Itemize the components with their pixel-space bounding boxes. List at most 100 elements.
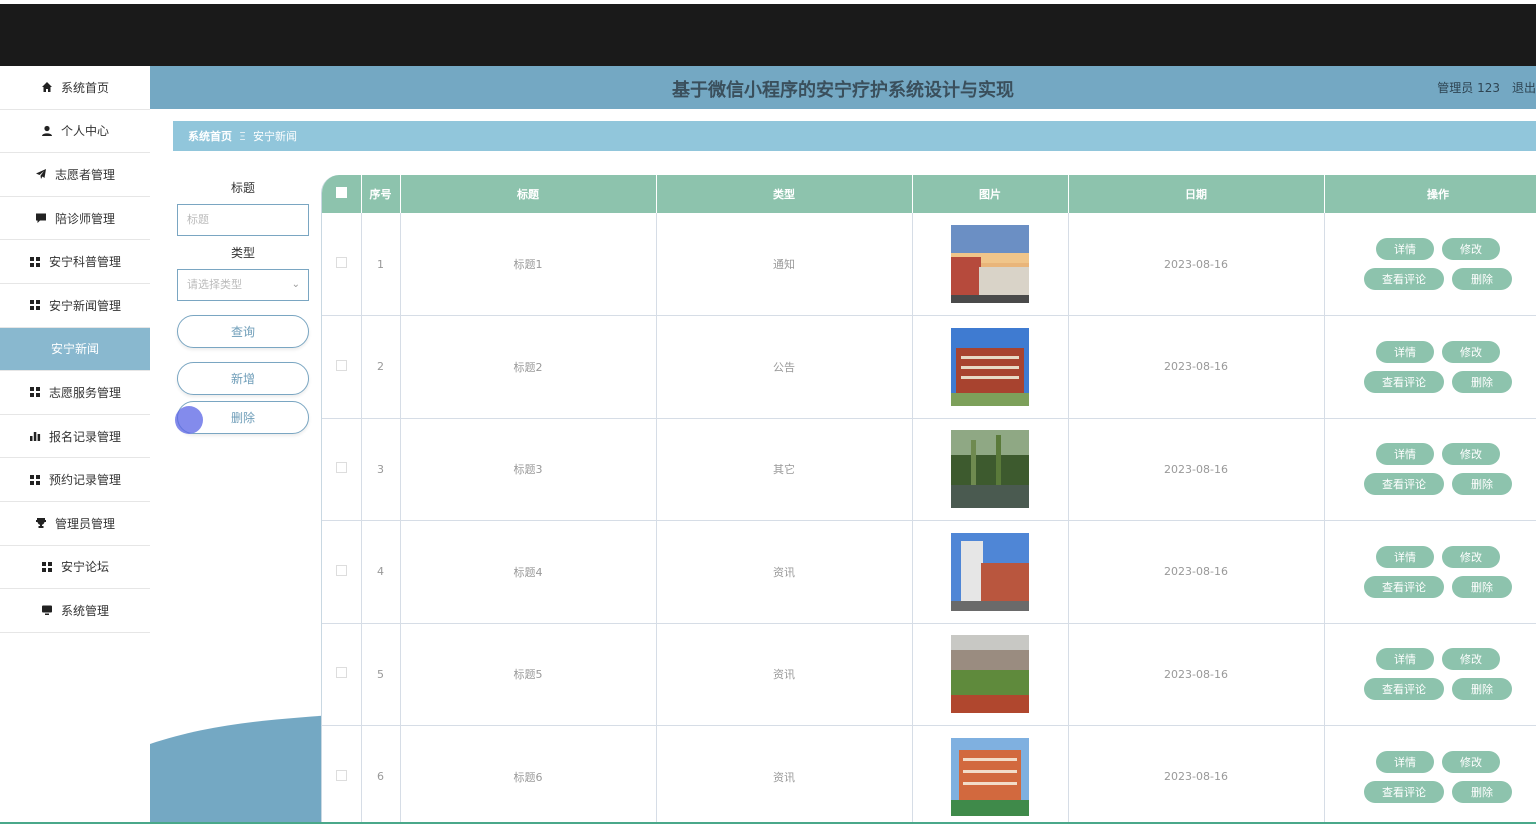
breadcrumb-home[interactable]: 系统首页 [188,128,232,144]
query-button[interactable]: 查询 [177,315,309,348]
view-comments-button[interactable]: 查看评论 [1364,575,1444,598]
sidebar-item-news[interactable]: 安宁新闻 [0,327,150,372]
news-thumbnail-image[interactable] [951,635,1029,714]
row-title: 标题5 [400,623,657,726]
sidebar-item-profile[interactable]: 个人中心 [0,110,150,154]
sidebar-item-science[interactable]: 安宁科普管理 [0,240,150,284]
row-checkbox[interactable] [322,623,362,726]
detail-button[interactable]: 详情 [1376,443,1434,466]
table-row: 2 标题2 公告 2023-08-16 详情 修改 查看评论 删除 [322,315,1536,419]
detail-button[interactable]: 详情 [1376,545,1434,568]
view-comments-button[interactable]: 查看评论 [1364,268,1444,290]
row-type: 通知 [656,213,913,316]
news-thumbnail-image[interactable] [951,327,1029,406]
row-date: 2023-08-16 [1068,315,1325,419]
edit-button[interactable]: 修改 [1442,545,1500,568]
top-black-bar [0,0,1536,66]
row-type: 资讯 [656,520,913,624]
col-index: 序号 [361,175,401,213]
sidebar-item-label: 志愿者管理 [54,167,115,182]
type-select[interactable]: 请选择类型 ⌄ [177,269,309,301]
news-thumbnail-image[interactable] [951,532,1029,611]
row-checkbox[interactable] [322,418,362,521]
sidebar-item-signup[interactable]: 报名记录管理 [0,415,150,459]
edit-button[interactable]: 修改 [1442,648,1500,671]
view-comments-button[interactable]: 查看评论 [1364,678,1444,701]
view-comments-button[interactable]: 查看评论 [1364,370,1444,393]
row-image-cell [912,520,1069,624]
view-comments-button[interactable]: 查看评论 [1364,473,1444,496]
row-checkbox[interactable] [322,213,362,316]
table-row: 4 标题4 资讯 2023-08-16 详情 修改 查看评论 删除 [322,520,1536,624]
row-date: 2023-08-16 [1068,520,1325,624]
decorative-wave [150,714,350,824]
row-checkbox[interactable] [322,520,362,624]
delete-row-button[interactable]: 删除 [1452,370,1512,393]
delete-row-button[interactable]: 删除 [1452,575,1512,598]
detail-button[interactable]: 详情 [1376,648,1434,671]
edit-button[interactable]: 修改 [1442,340,1500,363]
row-actions: 详情 修改 查看评论 删除 [1324,520,1536,624]
col-image: 图片 [912,175,1069,213]
row-index: 2 [361,315,401,419]
main-content: 系统首页 Ξ 安宁新闻 标题 标题 类型 请选择类型 ⌄ 查询 新增 删除 序号… [150,109,1536,824]
detail-button[interactable]: 详情 [1376,238,1434,260]
sidebar-item-booking[interactable]: 预约记录管理 [0,458,150,502]
row-title: 标题1 [400,213,657,316]
type-select-placeholder: 请选择类型 [187,278,242,291]
detail-button[interactable]: 详情 [1376,750,1434,773]
sidebar-item-escorts[interactable]: 陪诊师管理 [0,197,150,241]
edit-button[interactable]: 修改 [1442,750,1500,773]
sidebar-item-label: 报名记录管理 [48,429,121,444]
sidebar-item-volunteers[interactable]: 志愿者管理 [0,153,150,197]
logout-link[interactable]: 退出 [1512,79,1536,96]
sidebar: 系统首页 个人中心 志愿者管理 陪诊师管理 安宁科普管理 安宁新闻管理 安宁新闻… [0,66,150,824]
sidebar-item-forum[interactable]: 安宁论坛 [0,546,150,590]
bar-chart-icon [29,432,41,442]
table-row: 1 标题1 通知 2023-08-16 详情 修改 查看评论 删除 [322,213,1536,316]
breadcrumb-current: 安宁新闻 [252,130,297,143]
grid-icon [29,387,40,398]
sidebar-item-label: 个人中心 [60,124,109,139]
row-image-cell [912,315,1069,419]
row-title: 标题3 [400,418,657,521]
sidebar-item-label: 陪诊师管理 [54,211,115,226]
sidebar-item-news-manage[interactable]: 安宁新闻管理 [0,284,150,328]
delete-row-button[interactable]: 删除 [1452,780,1512,803]
delete-row-button[interactable]: 删除 [1452,268,1512,290]
sidebar-item-home[interactable]: 系统首页 [0,66,150,110]
select-all-checkbox[interactable] [322,175,362,213]
delete-row-button[interactable]: 删除 [1452,678,1512,701]
news-thumbnail-image[interactable] [951,737,1029,816]
news-table-container: 序号 标题 类型 图片 日期 操作 1 标题1 通知 2023-08-16 详情… [321,175,1536,824]
delete-row-button[interactable]: 删除 [1452,473,1512,496]
view-comments-button[interactable]: 查看评论 [1364,780,1444,803]
cursor-indicator [175,406,203,434]
row-type: 资讯 [656,725,913,824]
row-index: 6 [361,725,401,824]
row-title: 标题2 [400,315,657,419]
title-search-input[interactable]: 标题 [177,204,309,236]
news-thumbnail-image[interactable] [951,225,1029,303]
edit-button[interactable]: 修改 [1442,238,1500,260]
chat-icon [35,213,46,224]
sidebar-item-service[interactable]: 志愿服务管理 [0,371,150,415]
row-checkbox[interactable] [322,315,362,419]
news-thumbnail-image[interactable] [951,430,1029,509]
type-label: 类型 [230,246,255,260]
row-index: 3 [361,418,401,521]
delete-button[interactable]: 删除 [175,401,309,434]
edit-button[interactable]: 修改 [1442,443,1500,466]
row-actions: 详情 修改 查看评论 删除 [1324,315,1536,419]
sidebar-item-admins[interactable]: 管理员管理 [0,502,150,546]
row-image-cell [912,213,1069,316]
table-row: 5 标题5 资讯 2023-08-16 详情 修改 查看评论 删除 [322,623,1536,726]
news-table: 序号 标题 类型 图片 日期 操作 1 标题1 通知 2023-08-16 详情… [322,175,1536,824]
add-button[interactable]: 新增 [177,362,309,395]
table-row: 3 标题3 其它 2023-08-16 详情 修改 查看评论 删除 [322,418,1536,521]
row-image-cell [912,623,1069,726]
row-checkbox[interactable] [322,725,362,824]
sidebar-item-label: 安宁新闻管理 [48,298,121,313]
sidebar-item-system[interactable]: 系统管理 [0,589,150,633]
detail-button[interactable]: 详情 [1376,340,1434,363]
